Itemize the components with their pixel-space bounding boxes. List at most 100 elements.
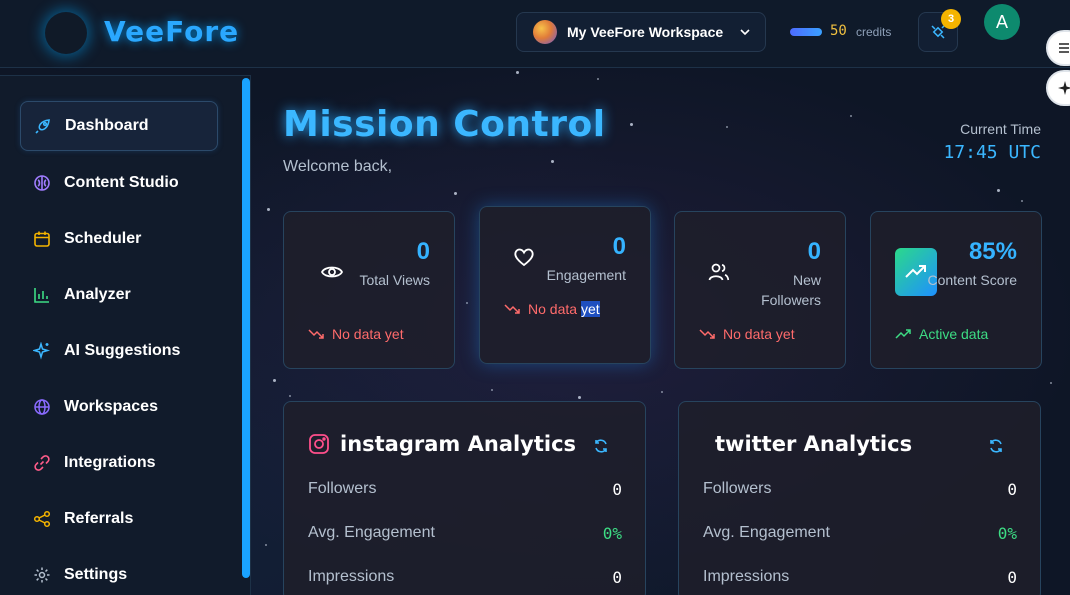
metric-label: Followers <box>308 480 377 497</box>
star <box>491 389 493 391</box>
refresh-icon[interactable] <box>593 438 609 454</box>
sidebar-item-integrations[interactable]: Integrations <box>20 438 218 488</box>
card-header: twitter Analytics <box>715 432 912 456</box>
credits-label: credits <box>856 25 892 39</box>
welcome-message: Welcome back, <box>283 158 393 175</box>
stat-trend-text: No data yet <box>332 326 404 342</box>
sidebar-scrollbar[interactable] <box>242 78 250 578</box>
card-title: instagram Analytics <box>340 432 577 456</box>
metric-row: Followers 0 <box>308 480 622 499</box>
workspace-selector[interactable]: My VeeFore Workspace <box>516 12 766 52</box>
twitter-analytics-card: twitter Analytics Followers 0 Avg. Engag… <box>678 401 1041 595</box>
stat-label: Content Score <box>927 272 1018 288</box>
refresh-icon[interactable] <box>988 438 1004 454</box>
metric-row: Impressions 0 <box>308 568 622 587</box>
stat-value: 0 <box>807 238 821 265</box>
sidebar-item-label: Content Studio <box>64 174 179 191</box>
users-icon <box>705 258 733 286</box>
star <box>289 395 291 397</box>
star <box>551 160 554 163</box>
sparkle-icon <box>1057 80 1070 96</box>
calendar-icon <box>32 229 52 249</box>
logo-orb <box>45 12 87 54</box>
sidebar-item-label: AI Suggestions <box>64 342 181 359</box>
star <box>997 189 1000 192</box>
metric-value: 0 <box>1007 568 1017 587</box>
stat-card-engagement[interactable]: 0 Engagement No data yet <box>479 206 651 364</box>
sidebar-item-label: Integrations <box>64 454 156 471</box>
stat-trend: No data yet <box>699 326 795 342</box>
sidebar-item-analyzer[interactable]: Analyzer <box>20 270 218 320</box>
stat-value: 0 <box>612 233 626 260</box>
selected-text: yet <box>580 301 600 317</box>
star <box>630 123 633 126</box>
metric-value: 0% <box>602 524 622 543</box>
gear-icon <box>32 565 52 585</box>
metric-row: Avg. Engagement 0% <box>308 524 622 543</box>
instagram-icon <box>308 433 330 455</box>
metric-value: 0 <box>1007 480 1017 499</box>
stat-value: 85% <box>968 238 1017 265</box>
stat-label: Engagement <box>546 267 626 283</box>
sidebar-item-label: Analyzer <box>64 286 131 303</box>
notification-badge: 3 <box>941 9 961 29</box>
sidebar-item-dashboard[interactable]: Dashboard <box>20 101 218 151</box>
stat-label: Total Views <box>359 272 430 288</box>
metric-row: Avg. Engagement 0% <box>703 524 1017 543</box>
stat-value: 0 <box>416 238 430 265</box>
sidebar-item-label: Referrals <box>64 510 134 527</box>
menu-lines-icon <box>1057 41 1070 55</box>
metric-value: 0 <box>612 568 622 587</box>
stat-trend-text: No data yet <box>723 326 795 342</box>
chevron-down-icon <box>739 26 751 38</box>
star <box>1021 200 1023 202</box>
stat-trend: No data yet <box>308 326 404 342</box>
metric-value: 0% <box>997 524 1017 543</box>
sidebar: Dashboard Content Studio Scheduler Analy… <box>0 75 251 595</box>
instagram-analytics-card: instagram Analytics Followers 0 Avg. Eng… <box>283 401 646 595</box>
trending-down-icon <box>308 327 324 341</box>
bar-chart-icon <box>32 285 52 305</box>
star <box>578 396 581 399</box>
sidebar-item-ai-suggestions[interactable]: AI Suggestions <box>20 326 218 376</box>
stat-trend: Active data <box>895 326 988 342</box>
top-header: VeeFore My VeeFore Workspace 50 credits … <box>0 0 1070 68</box>
star <box>1050 382 1052 384</box>
current-time-value: 17:45 UTC <box>943 142 1041 163</box>
sidebar-item-workspaces[interactable]: Workspaces <box>20 382 218 432</box>
metric-label: Avg. Engagement <box>703 524 830 541</box>
stat-label: New Followers <box>761 272 821 308</box>
sidebar-item-referrals[interactable]: Referrals <box>20 494 218 544</box>
credits-value: 50 <box>830 23 847 39</box>
stat-card-new-followers[interactable]: 0 New Followers No data yet <box>674 211 846 369</box>
star <box>726 126 728 128</box>
sidebar-item-label: Scheduler <box>64 230 142 247</box>
star <box>265 544 267 546</box>
user-avatar[interactable]: A <box>984 4 1020 40</box>
brand-logo[interactable]: VeeFore <box>104 15 239 48</box>
workspace-avatar <box>533 20 557 44</box>
trending-up-small-icon <box>895 327 911 341</box>
sidebar-item-label: Dashboard <box>65 117 149 134</box>
stat-card-total-views[interactable]: 0 Total Views No data yet <box>283 211 455 369</box>
sidebar-item-settings[interactable]: Settings <box>20 550 218 595</box>
brain-icon <box>32 173 52 193</box>
star <box>267 208 270 211</box>
sidebar-item-label: Workspaces <box>64 398 158 415</box>
trending-down-icon <box>699 327 715 341</box>
link-icon <box>32 453 52 473</box>
stat-card-content-score[interactable]: 85% Content Score Active data <box>870 211 1042 369</box>
rocket-icon <box>33 116 53 136</box>
metric-row: Followers 0 <box>703 480 1017 499</box>
share-icon <box>32 509 52 529</box>
sidebar-item-content-studio[interactable]: Content Studio <box>20 158 218 208</box>
stat-trend: No data yet <box>504 301 600 317</box>
workspace-name: My VeeFore Workspace <box>567 24 724 40</box>
current-time-label: Current Time <box>960 121 1041 137</box>
stat-trend-text: Active data <box>919 326 989 342</box>
sidebar-item-label: Settings <box>64 566 128 583</box>
sidebar-item-scheduler[interactable]: Scheduler <box>20 214 218 264</box>
card-header: instagram Analytics <box>308 432 576 456</box>
metric-value: 0 <box>612 480 622 499</box>
page-title: Mission Control <box>283 104 606 145</box>
